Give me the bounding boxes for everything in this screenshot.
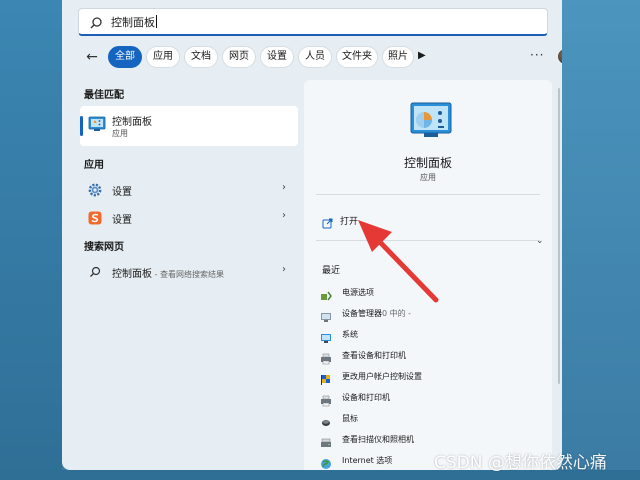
best-match-subtitle: 应用 bbox=[112, 129, 128, 138]
gear-icon bbox=[88, 182, 102, 197]
recent-item-label: 鼠标 bbox=[342, 414, 358, 423]
open-external-icon[interactable] bbox=[322, 214, 333, 229]
recent-item-label: 查看扫描仪和照相机 bbox=[342, 435, 414, 444]
recent-item-label: 设备管理器0 中的 - bbox=[342, 308, 411, 319]
recent-item-label: 系统 bbox=[342, 330, 358, 339]
recent-item-label: 查看设备和打印机 bbox=[342, 351, 406, 360]
best-match-header: 最佳匹配 bbox=[84, 90, 124, 101]
control-panel-icon bbox=[88, 116, 106, 132]
power-options-icon bbox=[320, 287, 332, 301]
best-match-result[interactable]: 控制面板 应用 bbox=[80, 106, 298, 146]
app-result-settings[interactable]: 设置 › bbox=[80, 177, 298, 201]
system-icon bbox=[320, 329, 332, 343]
watermark: CSDN @想你依然心痛 bbox=[434, 453, 607, 473]
recent-item-sub: 0 中的 - bbox=[382, 309, 412, 318]
app-result-sogou-settings[interactable]: 设置 › bbox=[80, 205, 298, 229]
chip-folders[interactable]: 文件夹 bbox=[336, 46, 378, 68]
search-icon bbox=[89, 15, 103, 29]
detail-pane: 控制面板 应用 打开 ⌄ 最近 电源选项 设备管理器0 中的 - 系统 查看设备… bbox=[304, 80, 552, 470]
mouse-icon bbox=[320, 413, 332, 426]
printer-icon bbox=[320, 350, 332, 365]
desktop-background-left bbox=[0, 0, 62, 480]
chevron-right-icon[interactable]: › bbox=[282, 182, 286, 193]
chip-apps[interactable]: 应用 bbox=[146, 46, 180, 68]
search-icon bbox=[88, 264, 102, 278]
scanner-icon bbox=[320, 434, 332, 447]
recent-item-label: Internet 选项 bbox=[342, 456, 393, 465]
chip-documents[interactable]: 文档 bbox=[184, 46, 218, 68]
detail-title: 控制面板 bbox=[403, 156, 452, 170]
play-icon[interactable]: ▶ bbox=[418, 50, 426, 61]
web-search-query: 控制面板 bbox=[112, 269, 152, 280]
search-panel: 控制面板 ← 全部 应用 文档 网页 设置 人员 文件夹 照片 ▶ ··· 最佳… bbox=[62, 0, 562, 470]
web-search-label: 控制面板 - 查看网络搜索结果 bbox=[112, 265, 224, 280]
divider bbox=[316, 194, 540, 195]
web-search-hint: - 查看网络搜索结果 bbox=[152, 270, 224, 279]
sogou-icon bbox=[88, 210, 102, 225]
app-result-label: 设置 bbox=[112, 187, 132, 198]
chevron-down-icon[interactable]: ⌄ bbox=[536, 236, 544, 246]
chip-people[interactable]: 人员 bbox=[298, 46, 332, 68]
apps-header: 应用 bbox=[84, 160, 104, 171]
chip-all[interactable]: 全部 bbox=[108, 46, 142, 68]
detail-subtitle: 应用 bbox=[420, 173, 436, 182]
recent-item-title: 设备管理器 bbox=[342, 309, 382, 318]
web-search-result[interactable]: 控制面板 - 查看网络搜索结果 › bbox=[80, 259, 298, 283]
recent-item-label: 电源选项 bbox=[342, 288, 374, 297]
divider bbox=[316, 240, 540, 241]
web-search-header: 搜索网页 bbox=[84, 242, 124, 253]
chip-photos[interactable]: 照片 bbox=[382, 46, 414, 68]
app-result-label: 设置 bbox=[112, 215, 132, 226]
chip-web[interactable]: 网页 bbox=[222, 46, 256, 68]
recent-item-label: 更改用户帐户控制设置 bbox=[342, 372, 422, 381]
text-caret bbox=[156, 15, 157, 28]
more-options-icon[interactable]: ··· bbox=[530, 48, 544, 62]
avatar[interactable] bbox=[558, 49, 562, 64]
recent-header: 最近 bbox=[322, 266, 341, 276]
filter-bar: ← 全部 应用 文档 网页 设置 人员 文件夹 照片 ▶ ··· bbox=[82, 46, 562, 68]
selection-indicator bbox=[80, 116, 83, 136]
printer-icon bbox=[320, 392, 332, 407]
scrollbar[interactable] bbox=[558, 88, 560, 384]
search-value: 控制面板 bbox=[111, 15, 155, 29]
chevron-right-icon[interactable]: › bbox=[282, 210, 286, 221]
search-input[interactable]: 控制面板 bbox=[78, 8, 548, 36]
control-panel-icon bbox=[410, 102, 452, 138]
uac-flag-icon bbox=[320, 371, 332, 385]
open-action[interactable]: 打开 bbox=[340, 214, 358, 227]
globe-icon bbox=[320, 455, 332, 469]
desktop-background-right bbox=[562, 0, 640, 480]
chevron-right-icon[interactable]: › bbox=[282, 264, 286, 275]
device-manager-icon bbox=[320, 308, 332, 322]
back-arrow-icon[interactable]: ← bbox=[82, 48, 102, 66]
recent-item-label: 设备和打印机 bbox=[342, 393, 390, 402]
best-match-title: 控制面板 bbox=[112, 117, 152, 128]
chip-settings[interactable]: 设置 bbox=[260, 46, 294, 68]
